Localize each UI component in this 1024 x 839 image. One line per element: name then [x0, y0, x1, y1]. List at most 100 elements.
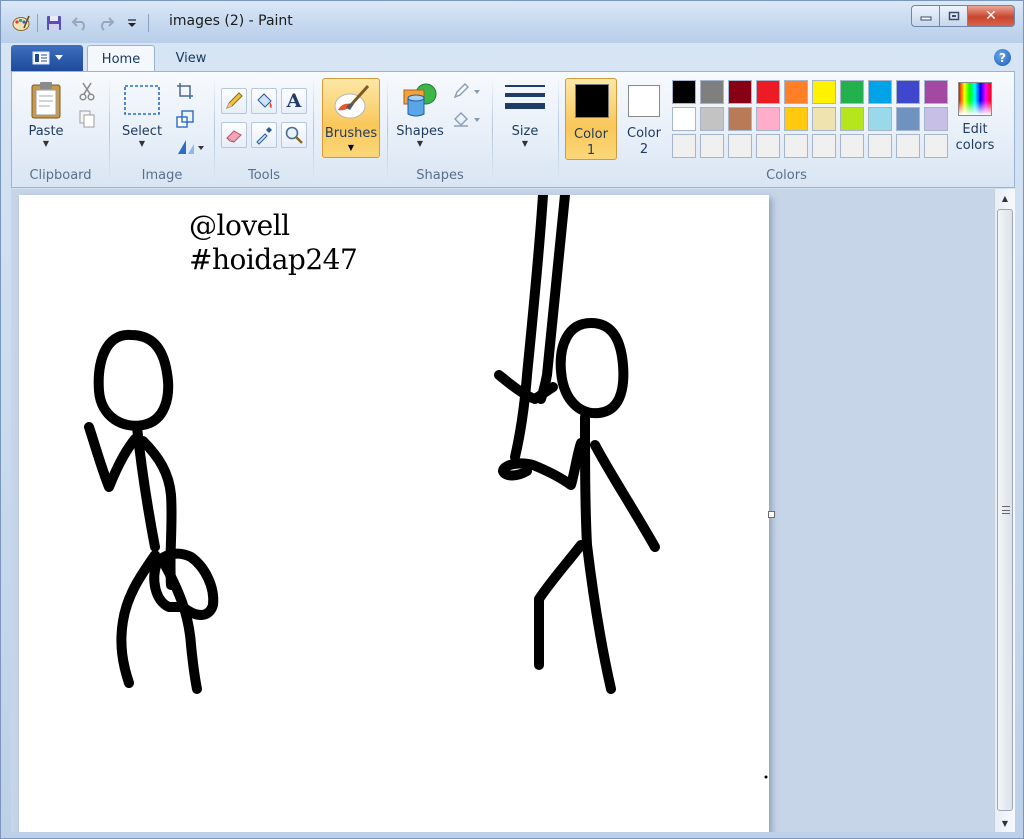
- tab-home[interactable]: Home: [87, 45, 155, 72]
- palette-swatch[interactable]: [812, 107, 836, 131]
- palette-swatch[interactable]: [672, 107, 696, 131]
- palette-swatch[interactable]: [700, 107, 724, 131]
- palette-swatch[interactable]: [756, 80, 780, 104]
- palette-swatch[interactable]: [868, 80, 892, 104]
- palette-swatch[interactable]: [840, 134, 864, 158]
- close-button[interactable]: ✕: [967, 5, 1015, 27]
- palette-swatch[interactable]: [812, 134, 836, 158]
- copy-icon[interactable]: [76, 108, 98, 130]
- chevron-down-icon: ▼: [42, 139, 50, 148]
- pencil-tool[interactable]: [221, 88, 247, 114]
- palette-swatch[interactable]: [756, 134, 780, 158]
- ribbon-home: Paste ▼ Clipboard Select ▼ Image A Tools…: [11, 71, 1015, 188]
- edit-colors-label: Edit colors: [950, 122, 1000, 154]
- colors-group-label: Colors: [766, 168, 807, 183]
- palette-swatch[interactable]: [896, 107, 920, 131]
- size-button[interactable]: Size ▼: [500, 80, 550, 149]
- color2-label-line2: 2: [639, 142, 649, 157]
- stick-figure-drawing: [84, 195, 768, 779]
- canvas-dot: [764, 775, 768, 779]
- edit-colors-button[interactable]: Edit colors: [950, 80, 1000, 162]
- brush-icon: [332, 82, 372, 126]
- palette-swatch[interactable]: [784, 107, 808, 131]
- chevron-down-icon: ▼: [416, 139, 424, 148]
- paint-menu-icon: [32, 51, 49, 65]
- edit-colors-label-line1: Edit: [962, 122, 988, 137]
- palette-swatch[interactable]: [784, 80, 808, 104]
- chevron-down-icon: [54, 55, 63, 60]
- title-bar: images (2) - Paint ✕: [1, 1, 1023, 43]
- scrollbar-thumb[interactable]: [997, 209, 1013, 811]
- palette-swatch[interactable]: [756, 107, 780, 131]
- palette-swatch[interactable]: [868, 134, 892, 158]
- select-button[interactable]: Select ▼: [116, 80, 168, 149]
- color2-label: Color 2: [620, 126, 668, 158]
- outline-icon[interactable]: [450, 80, 484, 102]
- palette-swatch[interactable]: [924, 107, 948, 131]
- paint-menu-button[interactable]: [11, 45, 83, 71]
- paste-icon: [31, 82, 61, 119]
- scroll-up-icon[interactable]: ▲: [995, 189, 1015, 207]
- palette-swatch[interactable]: [840, 80, 864, 104]
- palette-swatch[interactable]: [896, 134, 920, 158]
- crop-icon[interactable]: [174, 80, 196, 102]
- brushes-label: Brushes: [324, 126, 378, 141]
- palette-swatch[interactable]: [728, 107, 752, 131]
- pencil-icon: [226, 92, 243, 109]
- color-picker-tool[interactable]: [251, 122, 277, 148]
- palette-swatch[interactable]: [924, 134, 948, 158]
- window-controls: ✕: [911, 5, 1015, 27]
- palette-swatch[interactable]: [840, 107, 864, 131]
- palette-swatch[interactable]: [868, 107, 892, 131]
- palette-swatch[interactable]: [728, 134, 752, 158]
- paint-app-icon[interactable]: [11, 13, 31, 33]
- scroll-down-icon[interactable]: ▼: [995, 814, 1015, 832]
- ribbon-tabs: Home View ?: [11, 43, 1015, 72]
- drawing-canvas[interactable]: @lovell #hoidap247: [19, 195, 769, 832]
- shapes-button[interactable]: Shapes ▼: [394, 80, 446, 149]
- redo-icon[interactable]: [96, 13, 116, 33]
- palette-swatch[interactable]: [924, 80, 948, 104]
- resize-icon[interactable]: [174, 108, 196, 130]
- rotate-icon[interactable]: [174, 136, 208, 158]
- fill-tool[interactable]: [251, 88, 277, 114]
- canvas-resize-handle-right[interactable]: [768, 511, 775, 518]
- size-label: Size: [511, 124, 539, 139]
- palette-swatch[interactable]: [896, 80, 920, 104]
- color1-swatch: [575, 84, 609, 118]
- color2-button[interactable]: Color 2: [620, 78, 668, 160]
- palette-swatch[interactable]: [728, 80, 752, 104]
- tab-view[interactable]: View: [161, 45, 221, 72]
- customize-qat-icon[interactable]: [122, 13, 142, 33]
- shapes-group-label: Shapes: [416, 168, 464, 183]
- palette-swatch[interactable]: [672, 134, 696, 158]
- clipboard-group-label: Clipboard: [29, 168, 92, 183]
- color1-button[interactable]: Color 1: [565, 78, 617, 160]
- minimize-button[interactable]: [911, 5, 939, 27]
- chevron-down-icon: ▼: [138, 139, 146, 148]
- brushes-button[interactable]: Brushes ▼: [322, 78, 380, 158]
- paste-button[interactable]: Paste ▼: [20, 80, 72, 149]
- left-figure-arm: [84, 422, 140, 492]
- magnifier-icon: [285, 126, 303, 144]
- vertical-scrollbar[interactable]: ▲ ▼: [994, 189, 1015, 832]
- eraser-tool[interactable]: [221, 122, 247, 148]
- undo-icon[interactable]: [70, 13, 90, 33]
- group-separator: [313, 78, 314, 182]
- palette-swatch[interactable]: [812, 80, 836, 104]
- magnifier-tool[interactable]: [281, 122, 307, 148]
- maximize-button[interactable]: [939, 5, 967, 27]
- palette-swatch[interactable]: [672, 80, 696, 104]
- palette-swatch[interactable]: [700, 80, 724, 104]
- save-icon[interactable]: [44, 13, 64, 33]
- left-figure-leg2: [160, 560, 202, 694]
- group-separator: [558, 78, 559, 182]
- cut-icon[interactable]: [76, 80, 98, 102]
- palette-swatch[interactable]: [784, 134, 808, 158]
- group-shapes: Shapes ▼ Shapes: [388, 72, 492, 187]
- text-tool-icon: A: [286, 90, 302, 112]
- text-tool[interactable]: A: [281, 88, 307, 114]
- help-button[interactable]: ?: [994, 49, 1011, 66]
- fill-icon[interactable]: [450, 108, 484, 130]
- palette-swatch[interactable]: [700, 134, 724, 158]
